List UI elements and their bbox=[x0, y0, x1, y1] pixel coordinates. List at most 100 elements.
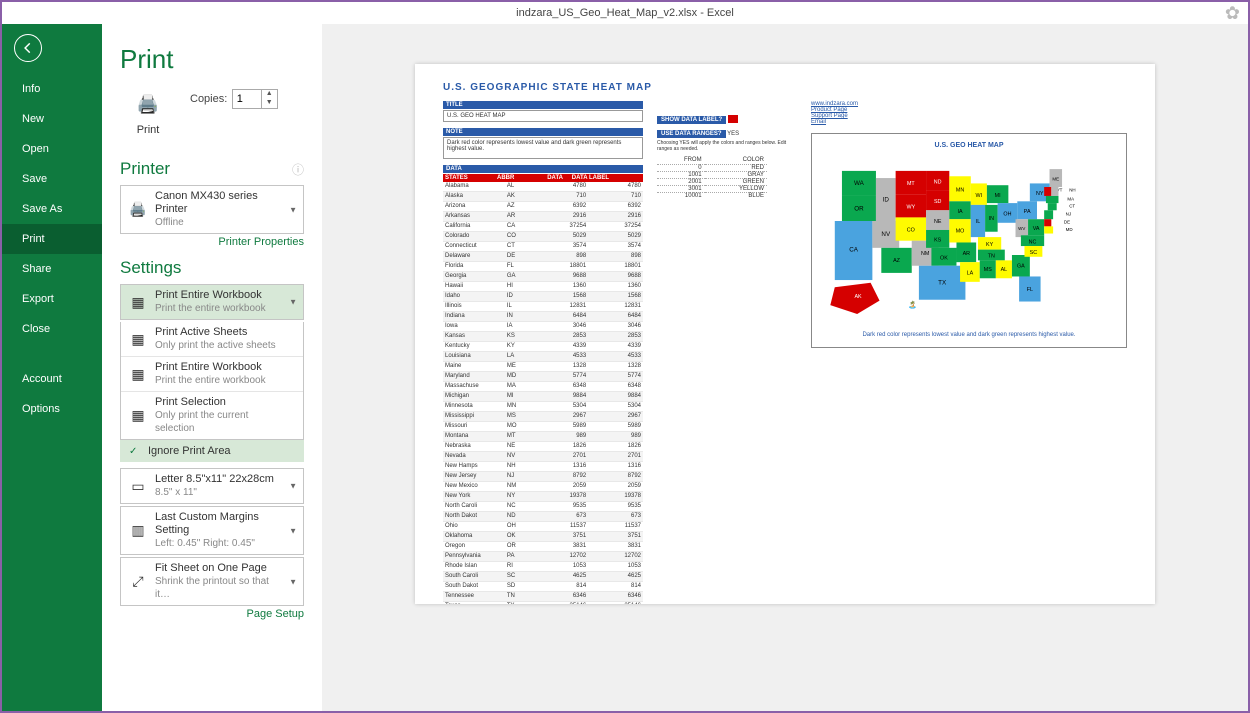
svg-text:NY: NY bbox=[1036, 191, 1044, 197]
copies-input[interactable] bbox=[233, 90, 261, 108]
nav-save-as[interactable]: Save As bbox=[2, 194, 102, 224]
page-title: Print bbox=[120, 44, 304, 75]
nav-close[interactable]: Close bbox=[2, 314, 102, 344]
window-decor-icon: ✿ bbox=[1225, 2, 1240, 24]
svg-text:GA: GA bbox=[1017, 264, 1025, 270]
copies-stepper[interactable]: ▲▼ bbox=[232, 89, 278, 109]
chevron-down-icon: ▼ bbox=[289, 526, 297, 535]
svg-text:SD: SD bbox=[934, 199, 942, 205]
states-table: AlabamaAL47804780AlaskaAK710710ArizonaAZ… bbox=[443, 182, 643, 604]
back-button[interactable] bbox=[14, 34, 42, 62]
svg-text:SC: SC bbox=[1030, 250, 1038, 256]
preview-page: U.S. GEOGRAPHIC STATE HEAT MAP TITLE U.S… bbox=[415, 64, 1155, 604]
svg-text:OR: OR bbox=[854, 205, 864, 212]
svg-text:WY: WY bbox=[907, 204, 916, 210]
margins-dropdown[interactable]: ▥Last Custom Margins SettingLeft: 0.45" … bbox=[120, 506, 304, 555]
app-title: indzara_US_Geo_Heat_Map_v2.xlsx - Excel bbox=[516, 7, 734, 19]
workbook-icon: ▦ bbox=[127, 291, 149, 313]
scope-option[interactable]: ▦Print Active SheetsOnly print the activ… bbox=[121, 322, 303, 356]
svg-text:IN: IN bbox=[989, 216, 994, 222]
svg-text:CO: CO bbox=[907, 228, 915, 234]
nav-options[interactable]: Options bbox=[2, 394, 102, 424]
nav-open[interactable]: Open bbox=[2, 134, 102, 164]
svg-text:MI: MI bbox=[995, 193, 1001, 199]
backstage-nav: InfoNewOpenSaveSave AsPrintShareExportCl… bbox=[2, 24, 102, 711]
titlebar: indzara_US_Geo_Heat_Map_v2.xlsx - Excel … bbox=[2, 2, 1248, 24]
doc-link[interactable]: Email bbox=[811, 119, 1127, 125]
svg-text:🏝️: 🏝️ bbox=[908, 300, 917, 309]
us-map-icon: WA OR ID CA NV MT WY CO AZ NM ND SD bbox=[820, 153, 1118, 323]
spin-up[interactable]: ▲ bbox=[262, 90, 277, 99]
svg-text:MS: MS bbox=[984, 267, 992, 273]
svg-text:NJ: NJ bbox=[1066, 212, 1071, 217]
svg-text:NV: NV bbox=[881, 231, 891, 238]
svg-text:AR: AR bbox=[963, 251, 971, 257]
chevron-down-icon: ▼ bbox=[289, 482, 297, 491]
settings-heading: Settings bbox=[120, 258, 181, 278]
nav-export[interactable]: Export bbox=[2, 284, 102, 314]
print-scope-dropdown[interactable]: ▦ Print Entire WorkbookPrint the entire … bbox=[120, 284, 304, 320]
printer-heading: Printer bbox=[120, 159, 170, 179]
page-setup-link[interactable]: Page Setup bbox=[120, 608, 304, 620]
info-icon[interactable]: ⓘ bbox=[292, 161, 304, 178]
spin-down[interactable]: ▼ bbox=[262, 99, 277, 108]
nav-info[interactable]: Info bbox=[2, 74, 102, 104]
chevron-down-icon: ▼ bbox=[289, 577, 297, 586]
svg-text:MT: MT bbox=[907, 181, 915, 187]
chevron-down-icon: ▼ bbox=[289, 205, 297, 214]
chevron-down-icon: ▼ bbox=[289, 298, 297, 307]
scaling-dropdown[interactable]: ⤢Fit Sheet on One PageShrink the printou… bbox=[120, 557, 304, 606]
svg-text:IA: IA bbox=[958, 209, 963, 215]
copies-label: Copies: bbox=[190, 93, 227, 105]
svg-text:NE: NE bbox=[934, 219, 942, 225]
ranges-table: FROMCOLOR0RED1001GRAY2001GREEN3001YELLOW… bbox=[657, 156, 767, 199]
paper-size-dropdown[interactable]: ▭Letter 8.5"x11" 22x28cm8.5" x 11" ▼ bbox=[120, 468, 304, 504]
svg-text:KY: KY bbox=[986, 242, 994, 248]
sheet-icon: ▦ bbox=[127, 405, 149, 427]
svg-text:WI: WI bbox=[976, 193, 983, 199]
nav-share[interactable]: Share bbox=[2, 254, 102, 284]
check-icon: ✓ bbox=[129, 446, 137, 457]
svg-text:NC: NC bbox=[1029, 239, 1037, 245]
margins-icon: ▥ bbox=[127, 520, 149, 542]
printer-dropdown[interactable]: 🖨️ Canon MX430 series PrinterOffline ▼ bbox=[120, 185, 304, 234]
svg-text:CT: CT bbox=[1069, 204, 1075, 209]
svg-text:WA: WA bbox=[854, 180, 865, 187]
page-icon: ▭ bbox=[127, 475, 149, 497]
doc-title: U.S. GEOGRAPHIC STATE HEAT MAP bbox=[443, 82, 1127, 93]
svg-text:CA: CA bbox=[849, 246, 859, 253]
us-map-box: U.S. GEO HEAT MAP WA OR ID CA NV MT WY C… bbox=[811, 133, 1127, 348]
printer-status-icon: 🖨️ bbox=[127, 199, 149, 221]
print-scope-options: ▦Print Active SheetsOnly print the activ… bbox=[120, 322, 304, 440]
print-button[interactable]: 🖨️ Print bbox=[120, 89, 176, 141]
scope-option[interactable]: ▦Print SelectionOnly print the current s… bbox=[121, 391, 303, 439]
svg-text:MN: MN bbox=[956, 187, 964, 193]
doc-links: www.indzara.comProduct PageSupport PageE… bbox=[811, 101, 1127, 125]
svg-text:KS: KS bbox=[934, 238, 942, 244]
svg-text:DE: DE bbox=[1064, 220, 1070, 225]
svg-text:NM: NM bbox=[921, 251, 930, 257]
nav-account[interactable]: Account bbox=[2, 364, 102, 394]
svg-text:OH: OH bbox=[1003, 212, 1011, 218]
ignore-print-area[interactable]: ✓Ignore Print Area bbox=[120, 440, 304, 462]
sheet-icon: ▦ bbox=[127, 328, 149, 350]
sheet-icon: ▦ bbox=[127, 363, 149, 385]
svg-text:TN: TN bbox=[988, 254, 995, 260]
svg-text:FL: FL bbox=[1027, 287, 1033, 293]
svg-text:WV: WV bbox=[1018, 226, 1025, 231]
svg-text:AZ: AZ bbox=[893, 258, 901, 264]
svg-text:IL: IL bbox=[976, 219, 980, 225]
svg-text:LA: LA bbox=[967, 271, 974, 277]
svg-text:ME: ME bbox=[1052, 177, 1059, 182]
red-swatch bbox=[728, 115, 738, 123]
printer-properties-link[interactable]: Printer Properties bbox=[120, 236, 304, 248]
fit-icon: ⤢ bbox=[127, 571, 149, 593]
nav-print[interactable]: Print bbox=[2, 224, 102, 254]
svg-text:MA: MA bbox=[1067, 196, 1074, 201]
print-preview-area: U.S. GEOGRAPHIC STATE HEAT MAP TITLE U.S… bbox=[322, 24, 1248, 711]
nav-new[interactable]: New bbox=[2, 104, 102, 134]
svg-text:MO: MO bbox=[956, 229, 965, 235]
nav-save[interactable]: Save bbox=[2, 164, 102, 194]
svg-text:ND: ND bbox=[934, 179, 942, 185]
scope-option[interactable]: ▦Print Entire WorkbookPrint the entire w… bbox=[121, 356, 303, 391]
